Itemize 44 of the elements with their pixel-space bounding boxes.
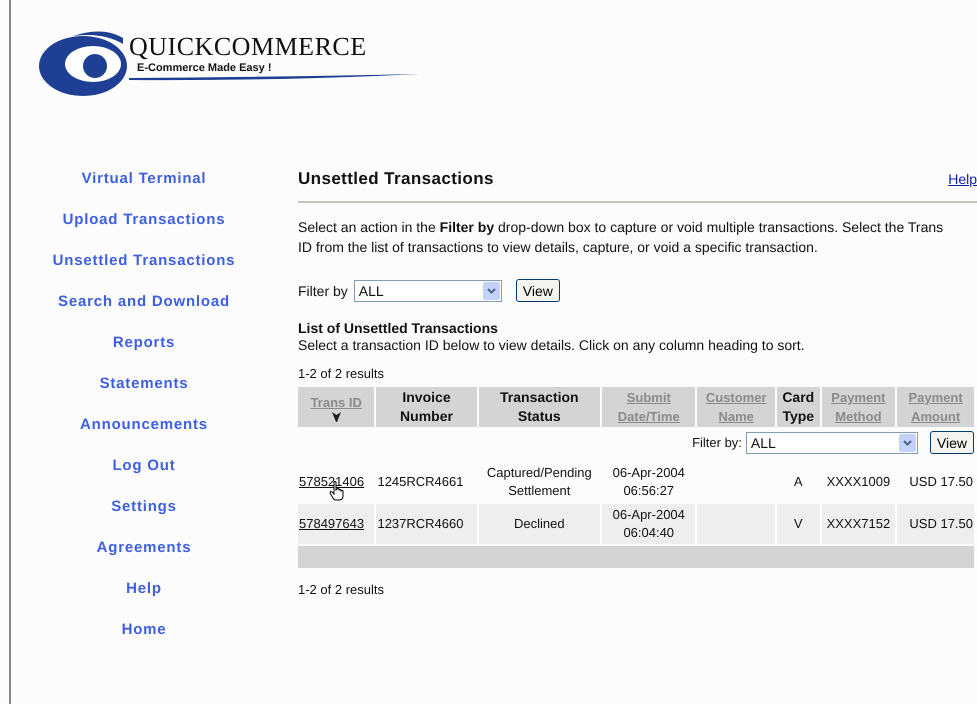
sidebar-link[interactable]: Help (126, 579, 162, 599)
view-button[interactable]: View (516, 279, 560, 302)
help-link[interactable]: Help (948, 171, 977, 187)
sidebar-link[interactable]: Search and Download (58, 292, 230, 312)
sidebar-link[interactable]: Virtual Terminal (82, 169, 206, 189)
sidebar-link[interactable]: Statements (100, 374, 188, 394)
sidebar-link[interactable]: Log Out (112, 456, 176, 476)
sidebar-link[interactable]: Reports (112, 333, 176, 353)
table-cell: Declined (514, 516, 565, 531)
table-cell: 1237RCR4660 (377, 516, 464, 531)
table-cell: XXXX7152 (826, 516, 890, 531)
table-cell: 06-Apr-2004 06:56:27 (612, 465, 685, 498)
filter-label: Filter by: (692, 434, 742, 452)
list-title: List of Unsettled Transactions (298, 320, 499, 336)
view-button[interactable]: View (930, 431, 974, 454)
table-cell: V (794, 516, 803, 531)
table-cell: A (794, 474, 803, 489)
transaction-id-link[interactable]: 578521406 (299, 474, 364, 489)
sidebar-link[interactable]: Announcements (80, 415, 208, 435)
column-header: Card Type (776, 387, 820, 427)
sidebar-link[interactable]: Upload Transactions (62, 210, 226, 230)
results-count: 1-2 of 2 results (298, 366, 385, 381)
sidebar-link[interactable]: Settings (111, 497, 177, 517)
table-cell: 06-Apr-2004 06:04:40 (612, 507, 685, 540)
filter-dropdown[interactable]: ALL (354, 280, 502, 302)
sidebar-link[interactable]: Unsettled Transactions (52, 251, 236, 271)
page-title: Unsettled Transactions (298, 169, 494, 189)
table-cell: 1245RCR4661 (377, 474, 464, 489)
sidebar-link[interactable]: Agreements (96, 538, 192, 558)
list-hint: Select a transaction ID below to view details. Click on any column heading to sort. (298, 336, 806, 354)
table-cell: USD 17.50 (909, 474, 973, 489)
sidebar-link[interactable]: Home (122, 620, 166, 640)
table-cell: XXXX1009 (826, 474, 890, 489)
table-cell: Captured/Pending Settlement (486, 465, 592, 498)
sort-arrow-icon (332, 412, 341, 422)
column-header: Transaction Status (478, 387, 600, 427)
filter-dropdown[interactable]: ALL (746, 432, 918, 454)
column-header: Invoice Number (376, 387, 477, 427)
table-cell: USD 17.50 (909, 516, 973, 531)
filter-label: Filter by (298, 282, 348, 298)
results-count: 1-2 of 2 results (298, 582, 385, 597)
tagline: E-Commerce Made Easy ! (137, 62, 272, 74)
intro-text: Select an action in the Filter by drop-down box to capture or void multiple transactions. Select the Trans ID from the list of transactions to view details, capture, or void a specific transaction. (298, 218, 944, 257)
brand-name: QUICKCOMMERCE (129, 32, 368, 62)
